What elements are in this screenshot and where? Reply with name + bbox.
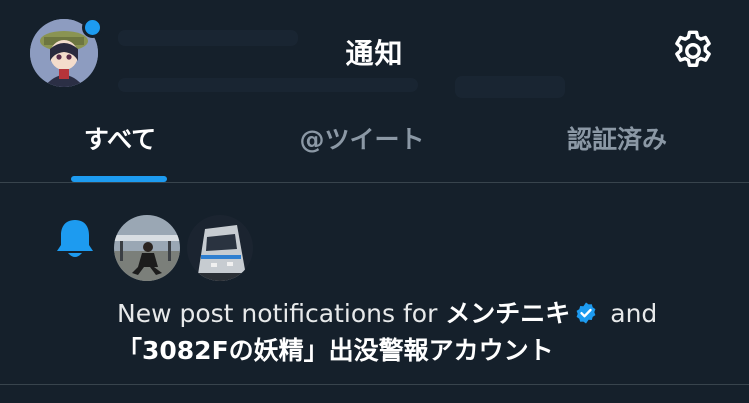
notification-text: New post notifications for メンチニキ and 「308… [117, 295, 737, 369]
tab-all[interactable]: すべて [62, 120, 178, 160]
background-ghost-line [118, 78, 418, 92]
account-name-2[interactable]: 「3082Fの妖精」出没警報アカウント [117, 336, 554, 365]
background-ghost-line [455, 76, 565, 98]
notification-conjunction: and [602, 299, 658, 328]
settings-gear-icon[interactable] [670, 28, 716, 74]
account-name-1[interactable]: メンチニキ [445, 299, 570, 328]
page-title: 通知 [345, 37, 404, 70]
notification-tabs: すべて @ツイート 認証済み [0, 104, 749, 182]
notification-item[interactable]: New post notifications for メンチニキ and 「308… [0, 183, 749, 384]
notification-divider [0, 384, 749, 385]
account-avatar-2[interactable] [187, 215, 253, 281]
notifications-screen: 通知 すべて @ツイート 認証済み New post notifications… [0, 0, 749, 403]
notification-prefix: New post notifications for [117, 299, 446, 328]
tab-mentions[interactable]: @ツイート [270, 120, 454, 160]
account-avatar-1[interactable] [114, 215, 180, 281]
bell-icon [55, 217, 95, 261]
top-app-bar: 通知 [0, 0, 749, 104]
tab-verified[interactable]: 認証済み [548, 120, 686, 160]
verified-badge-icon [574, 301, 598, 325]
